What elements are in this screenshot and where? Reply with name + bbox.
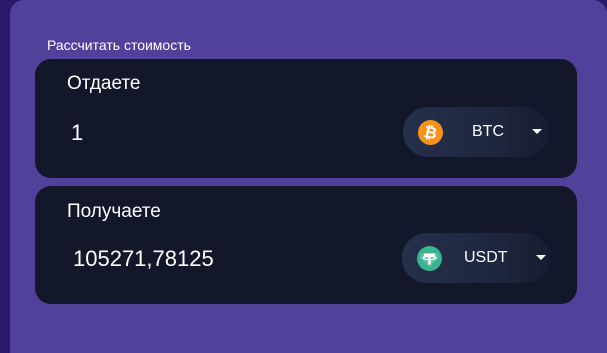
give-label: Отдаете bbox=[67, 73, 141, 94]
give-currency-ticker: BTC bbox=[472, 123, 504, 140]
chevron-down-icon bbox=[532, 129, 542, 134]
tether-icon bbox=[417, 246, 442, 271]
get-label: Получаете bbox=[67, 201, 161, 222]
svg-text:₿: ₿ bbox=[422, 122, 439, 143]
get-card: Получаете USDT bbox=[35, 186, 577, 304]
give-card: Отдаете ₿ BTC bbox=[35, 59, 577, 178]
get-amount-input[interactable] bbox=[73, 244, 373, 274]
get-currency-select[interactable]: USDT bbox=[402, 233, 550, 283]
get-currency-ticker: USDT bbox=[464, 249, 508, 266]
chevron-down-icon bbox=[536, 255, 546, 260]
give-currency-select[interactable]: ₿ BTC bbox=[403, 107, 549, 157]
calculator-panel: Рассчитать стоимость Отдаете ₿ BTC Получ… bbox=[10, 0, 607, 353]
panel-title: Рассчитать стоимость bbox=[47, 37, 191, 53]
give-amount-input[interactable] bbox=[71, 118, 371, 148]
bitcoin-icon: ₿ bbox=[418, 120, 443, 145]
